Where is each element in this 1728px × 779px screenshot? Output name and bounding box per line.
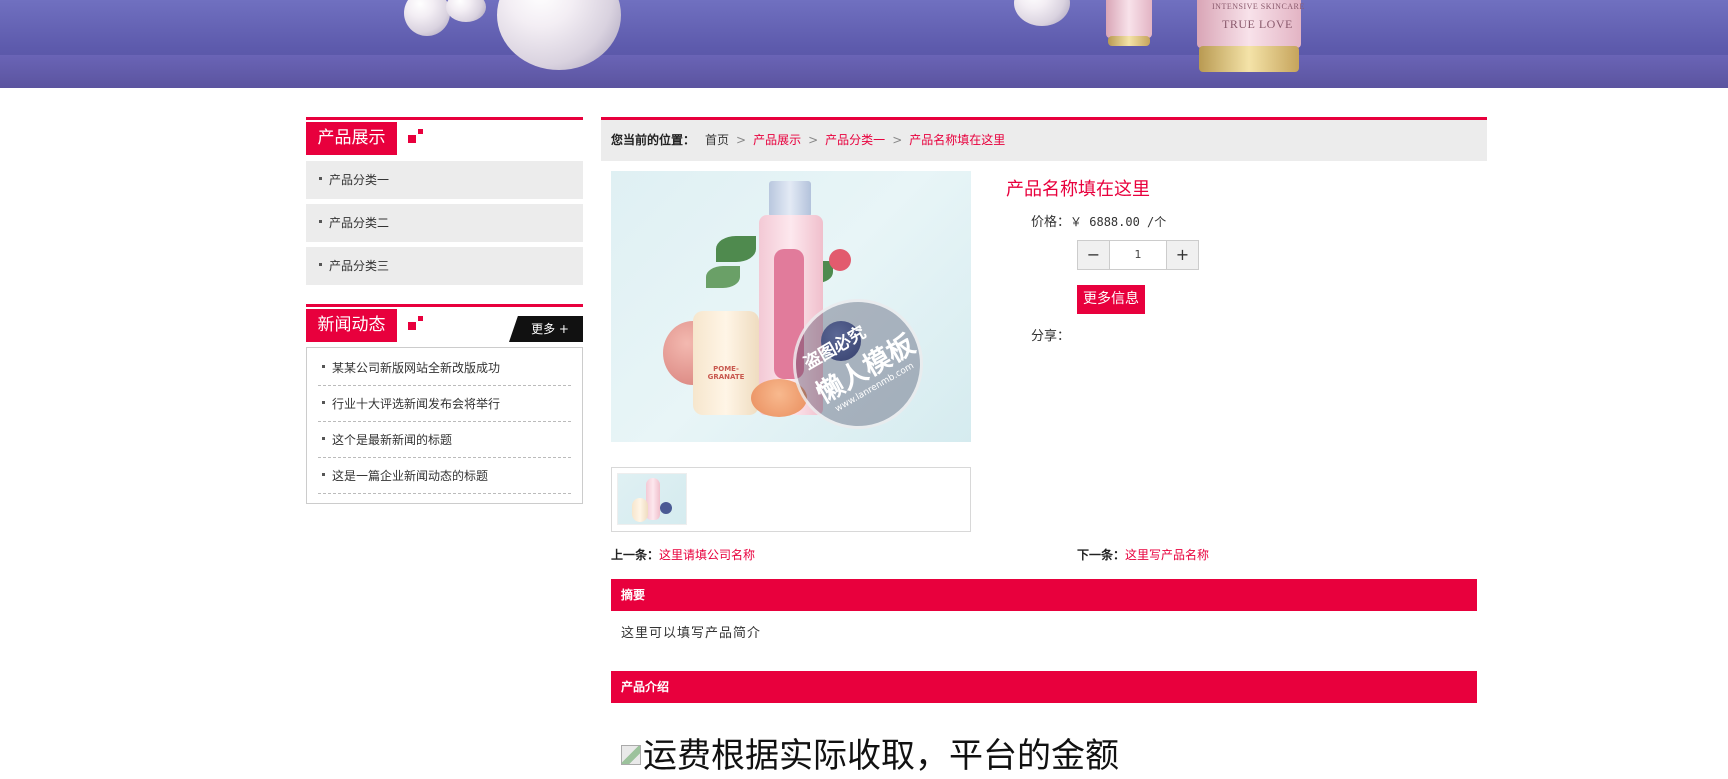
news-item-label: 某某公司新版网站全新改版成功 bbox=[332, 361, 501, 375]
blueberry-decoration bbox=[660, 502, 672, 514]
pearl-decoration bbox=[1014, 0, 1070, 26]
cosmetic-cap-small bbox=[1108, 36, 1150, 46]
chevron-right-icon: > bbox=[892, 133, 903, 147]
sidebar-item-category-2[interactable]: 产品分类二 bbox=[306, 204, 583, 242]
product-category-header: 产品展示 bbox=[306, 117, 583, 157]
breadcrumb-label: 您当前的位置： bbox=[611, 133, 696, 147]
next-label: 下一条： bbox=[1077, 548, 1126, 562]
sidebar-item-category-1[interactable]: 产品分类一 bbox=[306, 161, 583, 199]
title-decoration bbox=[408, 322, 416, 330]
title-decoration bbox=[418, 129, 423, 134]
prev-link[interactable]: 这里请填公司名称 bbox=[659, 548, 755, 562]
chevron-right-icon: > bbox=[736, 133, 747, 147]
intro-header: 产品介绍 bbox=[611, 671, 1477, 703]
bullet-icon bbox=[319, 263, 322, 266]
minus-button[interactable]: − bbox=[1078, 241, 1109, 269]
thumbnail-strip bbox=[611, 467, 971, 532]
product-main-image[interactable]: POME-GRANATE 盗图必究 懒人模板 www.lanrenmb.com bbox=[611, 171, 971, 442]
jar-decoration bbox=[693, 311, 759, 415]
summary-header: 摘要 bbox=[611, 579, 1477, 611]
bullet-icon bbox=[319, 177, 322, 180]
next-link[interactable]: 这里写产品名称 bbox=[1125, 548, 1209, 562]
intro-content: 运费根据实际收取，平台的金额 bbox=[621, 733, 1119, 779]
prev-item: 上一条：这里请填公司名称 bbox=[611, 546, 755, 563]
share-label: 分享： bbox=[1031, 329, 1071, 344]
product-name: 产品名称填在这里 bbox=[1006, 179, 1150, 200]
intro-text: 运费根据实际收取，平台的金额 bbox=[643, 736, 1119, 776]
plus-button[interactable]: + bbox=[1167, 241, 1198, 269]
breadcrumb-link-current[interactable]: 产品名称填在这里 bbox=[909, 133, 1005, 147]
news-item-label: 这个是最新新闻的标题 bbox=[332, 433, 453, 447]
quantity-input[interactable]: 1 bbox=[1109, 241, 1167, 269]
title-decoration bbox=[408, 135, 416, 143]
next-item: 下一条：这里写产品名称 bbox=[1077, 546, 1209, 563]
pearl-decoration bbox=[446, 0, 486, 22]
news-list-item[interactable]: 这是一篇企业新闻动态的标题 bbox=[318, 458, 571, 494]
top-banner: INTENSIVE SKINCARE TRUE LOVE bbox=[0, 0, 1728, 88]
news-list: 某某公司新版网站全新改版成功 行业十大评选新闻发布会将举行 这个是最新新闻的标题… bbox=[306, 347, 583, 504]
sidebar-item-label: 产品分类三 bbox=[329, 259, 390, 273]
banner-bottle-text: INTENSIVE SKINCARE bbox=[1212, 2, 1305, 11]
bullet-icon bbox=[322, 473, 325, 476]
bullet-icon bbox=[322, 437, 325, 440]
news-list-item[interactable]: 某某公司新版网站全新改版成功 bbox=[318, 350, 571, 386]
sidebar-item-label: 产品分类二 bbox=[329, 216, 390, 230]
price-value: ￥ 6888.00 /个 bbox=[1070, 215, 1167, 229]
pearl-decoration bbox=[404, 0, 450, 36]
bullet-icon bbox=[322, 365, 325, 368]
broken-image-icon bbox=[621, 745, 641, 765]
news-header: 新闻动态 更多 + bbox=[306, 304, 583, 344]
breadcrumb-link-category[interactable]: 产品分类一 bbox=[825, 133, 885, 147]
chevron-right-icon: > bbox=[808, 133, 819, 147]
quantity-stepper: − 1 + bbox=[1077, 240, 1199, 270]
bullet-icon bbox=[319, 220, 322, 223]
cosmetic-cap-large bbox=[1199, 46, 1299, 72]
breadcrumb-link-products[interactable]: 产品展示 bbox=[753, 133, 801, 147]
product-category-title: 产品展示 bbox=[306, 122, 397, 155]
leaf-decoration bbox=[706, 266, 740, 288]
news-item-label: 这是一篇企业新闻动态的标题 bbox=[332, 469, 489, 483]
summary-text: 这里可以填写产品简介 bbox=[621, 626, 762, 641]
news-more-button[interactable]: 更多 + bbox=[509, 316, 583, 342]
leaf-decoration bbox=[716, 236, 756, 262]
bullet-icon bbox=[322, 401, 325, 404]
breadcrumb: 您当前的位置： 首页 > 产品展示 > 产品分类一 > 产品名称填在这里 bbox=[601, 117, 1487, 161]
more-info-button[interactable]: 更多信息 bbox=[1077, 285, 1145, 314]
price-row: 价格：￥ 6888.00 /个 bbox=[1031, 211, 1166, 230]
news-list-item[interactable]: 这个是最新新闻的标题 bbox=[318, 422, 571, 458]
banner-floor bbox=[0, 55, 1728, 88]
pomegranate-flower-decoration bbox=[829, 249, 851, 271]
news-item-label: 行业十大评选新闻发布会将举行 bbox=[332, 397, 501, 411]
title-decoration bbox=[418, 316, 423, 321]
sidebar-item-category-3[interactable]: 产品分类三 bbox=[306, 247, 583, 285]
price-label: 价格： bbox=[1031, 215, 1071, 230]
cosmetic-bottle-small bbox=[1106, 0, 1152, 38]
jar-label-text: POME-GRANATE bbox=[707, 365, 745, 381]
news-title: 新闻动态 bbox=[306, 309, 397, 342]
product-thumbnail[interactable] bbox=[617, 473, 687, 525]
bottle-cap-decoration bbox=[769, 181, 811, 217]
news-list-item[interactable]: 行业十大评选新闻发布会将举行 bbox=[318, 386, 571, 422]
breadcrumb-home-link[interactable]: 首页 bbox=[705, 133, 729, 147]
banner-bottle-brand: TRUE LOVE bbox=[1222, 17, 1293, 31]
bottle-decoration bbox=[646, 478, 660, 520]
prev-label: 上一条： bbox=[611, 548, 660, 562]
jar-decoration bbox=[632, 498, 648, 522]
sidebar-item-label: 产品分类一 bbox=[329, 173, 390, 187]
